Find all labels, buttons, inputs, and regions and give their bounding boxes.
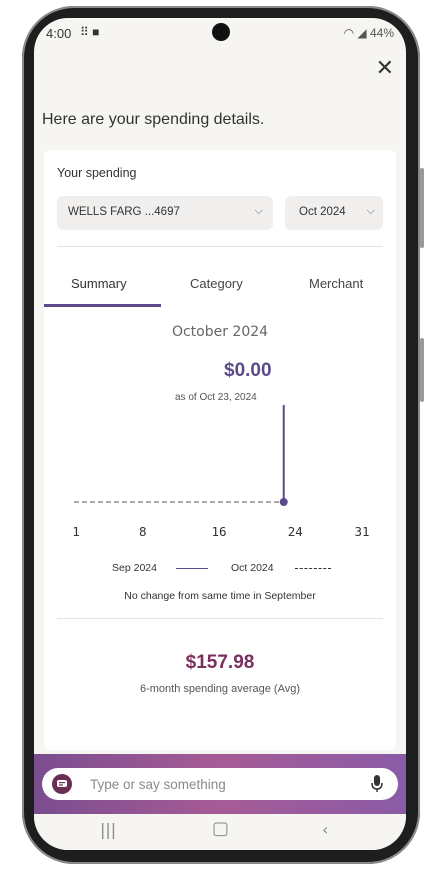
x-tick-label: 24 — [288, 524, 303, 539]
front-camera — [212, 23, 230, 41]
x-tick-label: 16 — [211, 524, 226, 539]
divider — [57, 246, 383, 247]
spending-amount: $0.00 — [224, 360, 272, 381]
chevron-down-icon: ⌵ — [254, 205, 263, 217]
legend-sep-label: Sep 2024 — [112, 562, 157, 574]
tab-merchant[interactable]: Merchant — [309, 276, 363, 291]
microphone-icon[interactable] — [370, 774, 384, 798]
x-tick-label: 8 — [139, 524, 147, 539]
side-button — [420, 168, 424, 248]
status-bar: 4:00 ⠿ ■ ◠ ◢ 44% — [34, 18, 406, 48]
system-nav-bar: ||| ▢ ‹ — [34, 814, 406, 850]
card-title: Your spending — [57, 166, 137, 180]
current-day-marker-point — [279, 498, 288, 506]
power-button — [420, 338, 424, 402]
divider — [57, 618, 383, 619]
chevron-down-icon: ⌵ — [366, 205, 375, 217]
month-select-value: Oct 2024 — [299, 206, 346, 218]
legend-sep-line — [176, 568, 208, 569]
legend-oct-line — [295, 568, 331, 570]
status-time: 4:00 — [46, 26, 72, 41]
spending-chart: 1 8 16 24 31 — [72, 405, 370, 539]
input-placeholder: Type or say something — [90, 777, 226, 792]
tab-bar: Summary Category Merchant — [44, 270, 396, 307]
month-title: October 2024 — [171, 324, 269, 340]
back-icon[interactable]: ‹ — [322, 820, 328, 839]
comparison-note: No change from same time in September — [124, 590, 316, 602]
battery-text: 44% — [369, 26, 394, 40]
tab-category[interactable]: Category — [190, 276, 243, 291]
month-select[interactable]: Oct 2024 ⌵ — [285, 196, 383, 230]
notification-icons: ⠿ ■ — [80, 25, 100, 39]
chat-bubble-icon — [52, 774, 72, 794]
average-label: 6-month spending average (Avg) — [139, 683, 300, 695]
account-select[interactable]: WELLS FARG ...4697 ⌵ — [57, 196, 273, 230]
status-right: ◠ ◢ 44% — [344, 26, 394, 40]
tab-underline — [44, 304, 161, 307]
spending-card: Your spending WELLS FARG ...4697 ⌵ Oct 2… — [44, 150, 396, 750]
account-select-value: WELLS FARG ...4697 — [68, 206, 180, 218]
signal-icon: ◢ — [357, 26, 367, 40]
home-icon[interactable]: ▢ — [212, 818, 229, 839]
chat-input[interactable]: Type or say something — [42, 768, 398, 800]
tab-summary[interactable]: Summary — [71, 276, 127, 291]
average-amount: $157.98 — [185, 652, 255, 673]
page-heading: Here are your spending details. — [42, 111, 265, 128]
screen: 4:00 ⠿ ■ ◠ ◢ 44% ✕ Here are your spendin… — [34, 18, 406, 850]
recent-apps-icon[interactable]: ||| — [100, 820, 116, 839]
x-tick-label: 1 — [72, 524, 80, 539]
close-icon[interactable]: ✕ — [376, 56, 394, 81]
wifi-icon: ◠ — [343, 26, 355, 40]
input-bar: Type or say something — [34, 754, 406, 814]
x-tick-label: 31 — [354, 524, 369, 539]
as-of-date: as of Oct 23, 2024 — [175, 392, 257, 403]
legend-oct-label: Oct 2024 — [231, 562, 274, 574]
